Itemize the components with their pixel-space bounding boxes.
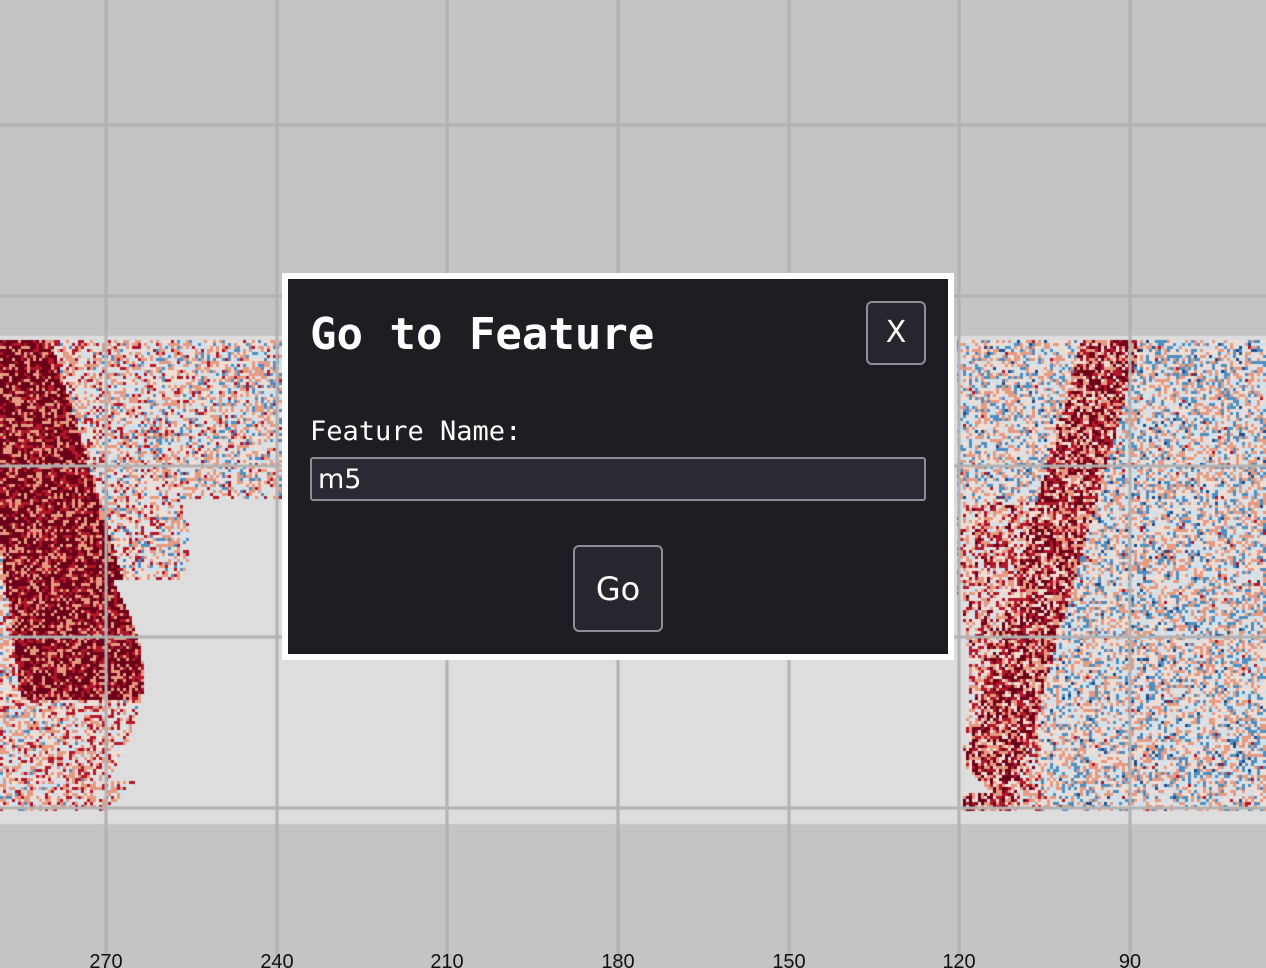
ra-tick-label: 180: [601, 951, 635, 968]
ra-tick-label: 120: [942, 951, 976, 968]
go-button[interactable]: Go: [573, 545, 663, 632]
ra-tick-label: 240: [260, 951, 294, 968]
ra-tick-label: 90: [1118, 951, 1142, 968]
go-to-feature-dialog: Go to Feature X Feature Name: Go: [282, 273, 954, 660]
close-button[interactable]: X: [866, 301, 926, 365]
dialog-panel: Go to Feature X Feature Name: Go: [288, 279, 948, 654]
ra-tick-label: 210: [430, 951, 464, 968]
feature-name-input[interactable]: [310, 457, 926, 501]
dialog-title: Go to Feature: [310, 309, 655, 360]
ra-tick-label: 270: [89, 951, 123, 968]
feature-name-label: Feature Name:: [310, 416, 522, 447]
sky-map-view[interactable]: 270 240 210 180 150 120 90 Go to Feature…: [0, 0, 1266, 968]
ra-tick-label: 150: [772, 951, 806, 968]
